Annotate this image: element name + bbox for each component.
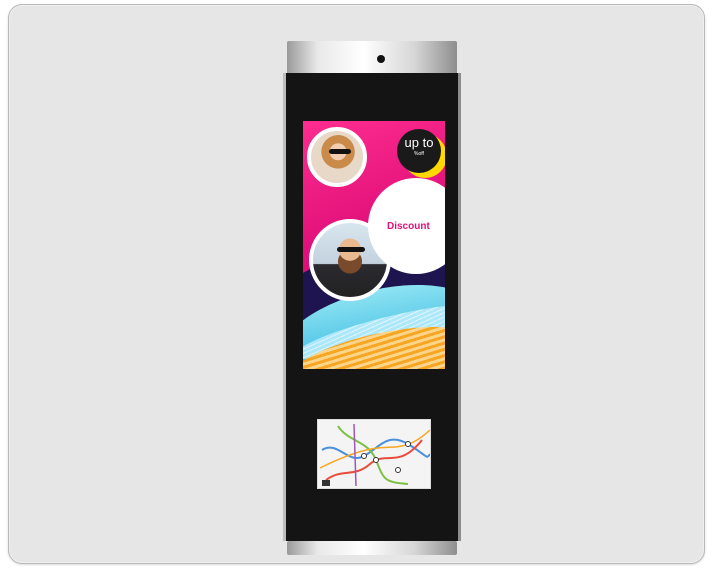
woman-photo [307, 127, 367, 187]
discount-label: Discount [387, 221, 430, 232]
promo-badge-main: up to [404, 135, 434, 150]
image-frame: Discount up to %off [8, 4, 705, 564]
sunglasses-icon [337, 247, 365, 252]
kiosk-top-cap [287, 41, 457, 75]
promo-badge: up to %off [397, 129, 441, 173]
camera-icon [377, 55, 385, 63]
map-graphic [318, 420, 430, 488]
digital-signage-kiosk: Discount up to %off [279, 41, 465, 555]
transit-map-screen[interactable] [317, 419, 431, 489]
sunglasses-icon [329, 149, 351, 154]
promo-badge-sub: %off [414, 151, 424, 157]
kiosk-base [287, 541, 457, 555]
advertisement-screen: Discount up to %off [303, 121, 445, 369]
